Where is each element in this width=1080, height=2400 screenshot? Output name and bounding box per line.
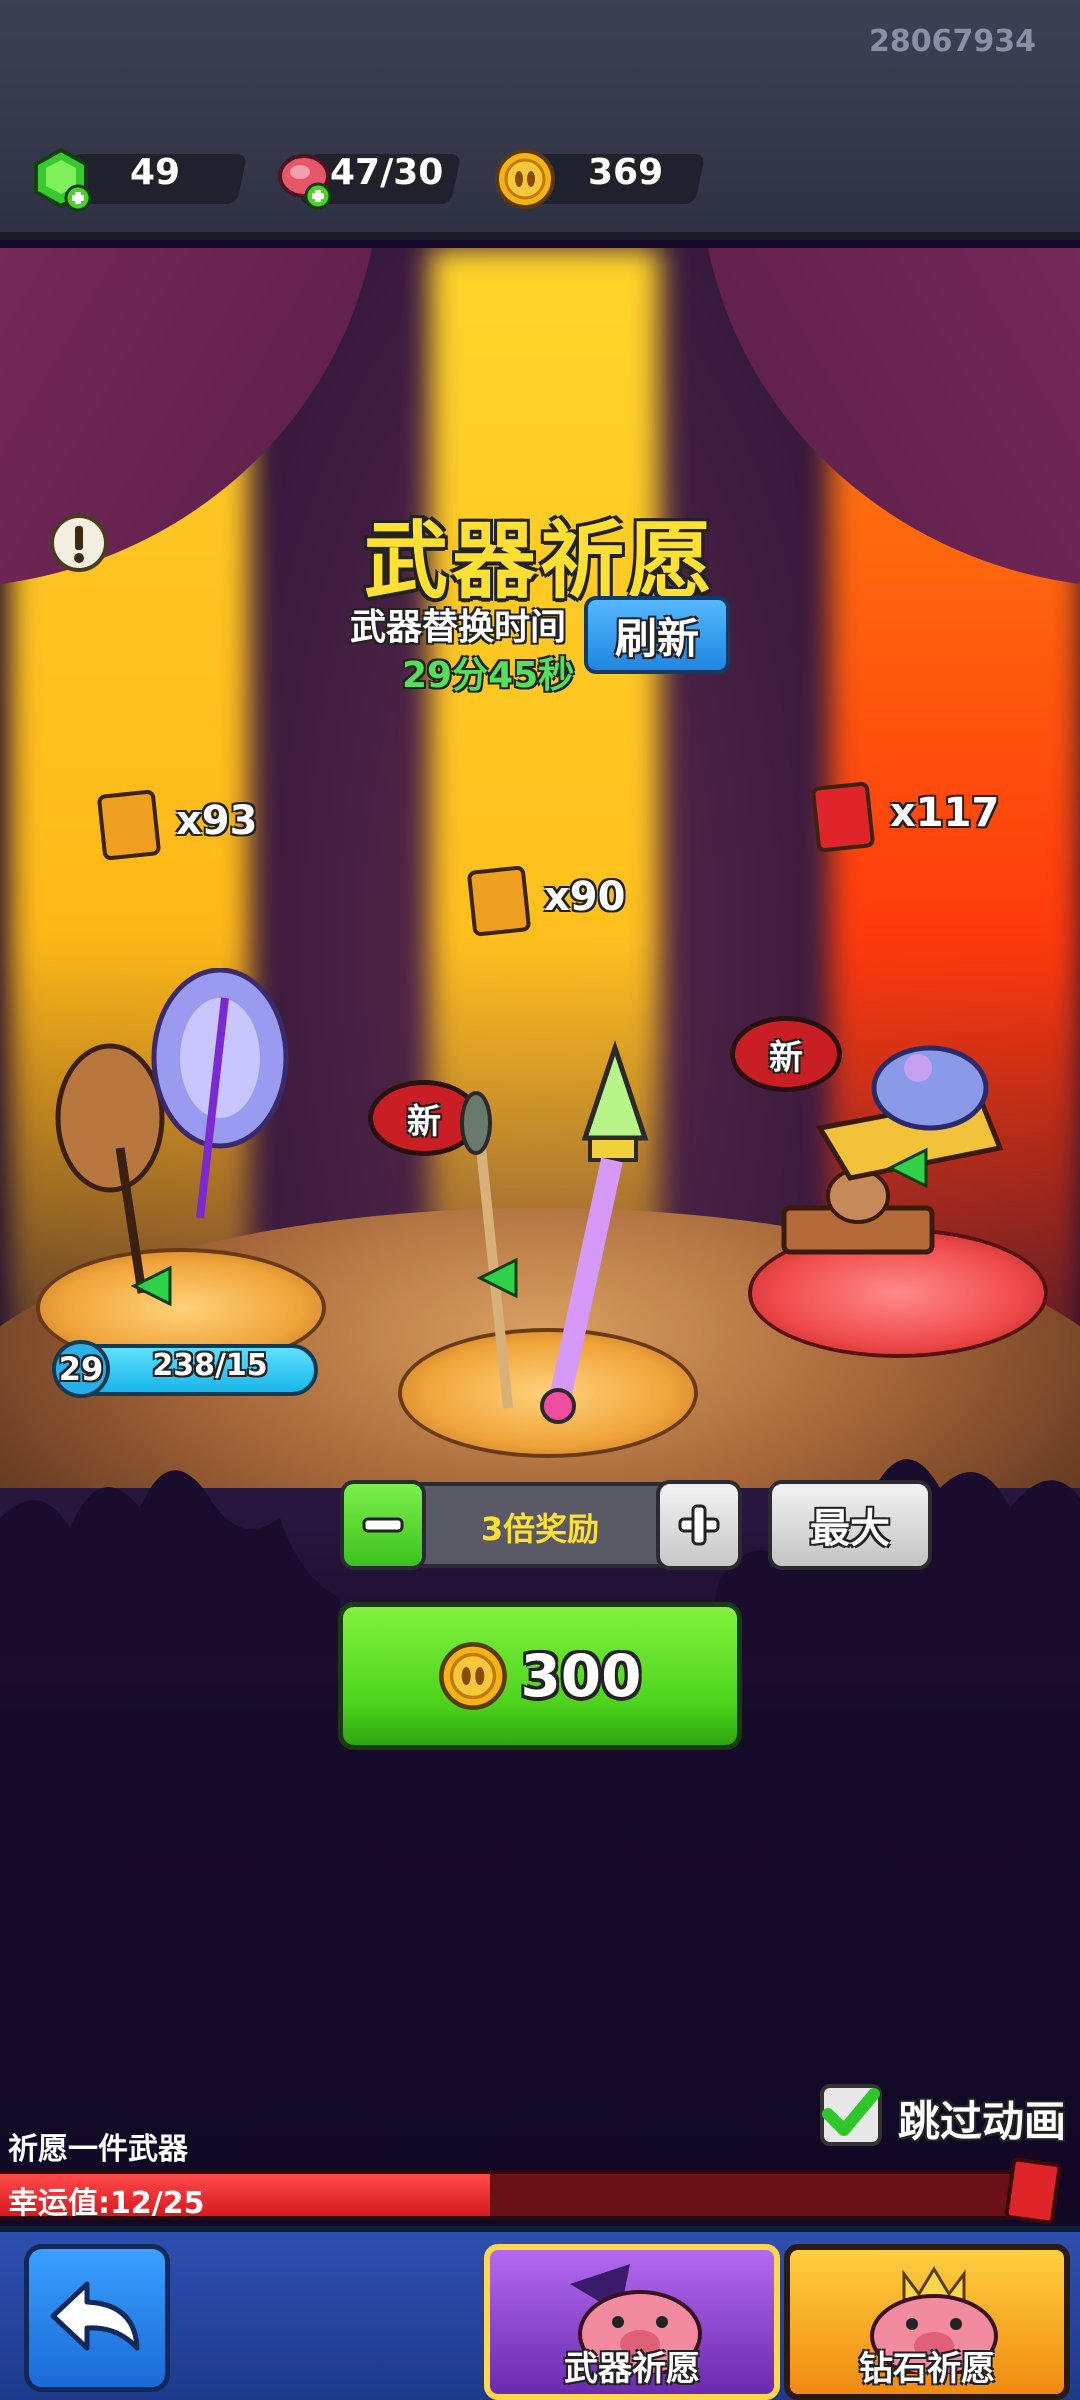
wish-one-weapon-label: 祈愿一件武器 [8,2132,188,2167]
tab-weapon-wish-label: 武器祈愿 [564,2349,700,2389]
max-multiplier-button[interactable]: 最大 [768,1480,932,1570]
weapon-seal-icon[interactable] [770,1018,1010,1258]
gem-icon[interactable] [28,146,94,216]
max-button-label: 最大 [810,1506,890,1552]
meat-count: 47/30 [330,152,444,193]
wish-cost-button[interactable]: 300 [338,1602,742,1750]
plus-icon [678,1504,720,1546]
coin-count: 369 [588,152,664,193]
coin-icon [494,148,556,214]
swap-time-label: 武器替换时间 [350,607,567,648]
weapon-card-count: x117 [890,790,1000,836]
gem-count: 49 [130,152,181,193]
increase-multiplier-button[interactable] [656,1480,742,1570]
top-resource-bar: 28067934 49 47/30 369 [0,0,1080,240]
skip-animation-checkbox[interactable] [820,2084,882,2146]
checkmark-icon [822,2088,880,2136]
page-title: 武器祈愿 [363,512,716,610]
minus-icon [362,1517,404,1533]
coin-icon [439,1642,508,1710]
weapon-card-icon [96,789,162,861]
user-id: 28067934 [869,24,1036,59]
weapon-card-count: x93 [176,798,258,844]
back-button[interactable] [24,2244,170,2392]
tab-weapon-wish[interactable]: 武器祈愿 [484,2244,780,2400]
countdown-timer: 29分45秒 [402,655,575,696]
multiplier-label: 3倍奖励 [480,1510,600,1548]
decrease-multiplier-button[interactable] [340,1480,426,1570]
luck-bar: 幸运值:12/25 [0,2170,1020,2221]
wish-stage: 武器祈愿 武器替换时间 29分45秒 刷新 x93 29 238/15 x90 … [0,248,1080,2228]
weapon-level: 29 [58,1350,104,1388]
weapon-level-badge: 29 [52,1340,110,1398]
luck-value: 幸运值:12/25 [8,2186,205,2221]
refresh-button[interactable]: 刷新 [584,596,730,674]
refresh-button-label: 刷新 [614,613,699,663]
meat-icon[interactable] [272,146,338,216]
tab-diamond-wish-label: 钻石祈愿 [859,2349,995,2389]
weapon-spear-icon[interactable] [440,1038,680,1438]
weapon-progress-text: 238/15 [152,1348,268,1383]
skip-animation-label[interactable]: 跳过动画 [898,2088,1066,2149]
back-arrow-icon [50,2281,140,2351]
tab-diamond-wish[interactable]: 钻石祈愿 [784,2244,1070,2400]
wish-cost-value: 300 [520,1642,642,1710]
weapon-card-icon [810,781,876,853]
weapon-card-icon [466,865,532,937]
weapon-fan-icon[interactable] [50,968,290,1308]
bottom-nav: 武器祈愿 钻石祈愿 [0,2226,1080,2400]
luck-card-icon [1003,2156,1063,2226]
weapon-card-count: x90 [544,874,626,920]
